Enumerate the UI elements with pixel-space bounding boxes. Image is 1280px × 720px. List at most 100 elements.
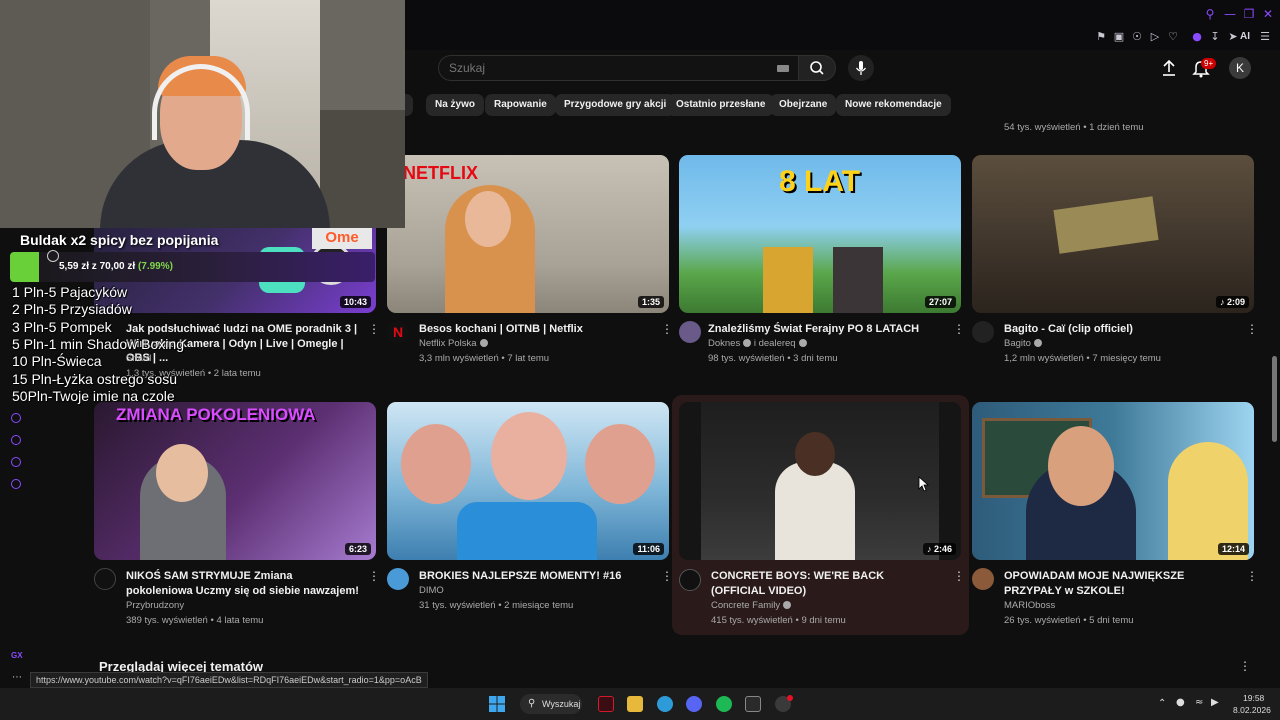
- windows-start-icon[interactable]: [489, 696, 505, 712]
- video-channel[interactable]: Bagito: [1004, 338, 1042, 349]
- terminal-icon[interactable]: [745, 696, 761, 712]
- channel-avatar[interactable]: [679, 569, 701, 591]
- more-actions-icon[interactable]: ⋮: [368, 323, 380, 335]
- netflix-logo: NETFLIX: [403, 163, 478, 183]
- video-meta: 3,3 mln wyświetleń • 7 lat temu: [419, 353, 550, 364]
- upload-icon[interactable]: [1160, 58, 1178, 78]
- scrollbar-thumb[interactable]: [1272, 356, 1277, 442]
- verified-icon: [479, 339, 488, 348]
- download-icon[interactable]: ↧: [1208, 30, 1222, 44]
- video-channel[interactable]: DIMO: [419, 585, 444, 596]
- more-actions-icon[interactable]: ⋮: [1246, 323, 1258, 335]
- donation-progress-fill: [10, 252, 39, 282]
- edge-icon[interactable]: [657, 696, 673, 712]
- rail-settings-icon[interactable]: [11, 479, 21, 489]
- video-thumbnail[interactable]: ♪ 2:09: [972, 155, 1254, 313]
- video-meta: 98 tys. wyświetleń • 3 dni temu: [708, 353, 838, 364]
- more-actions-icon[interactable]: ⋮: [953, 323, 965, 335]
- taskbar-search[interactable]: ⚲ Wyszukaj: [520, 694, 582, 714]
- voice-search-button[interactable]: [848, 55, 874, 81]
- account-avatar[interactable]: K: [1229, 57, 1251, 79]
- spotify-icon[interactable]: [716, 696, 732, 712]
- channel-avatar[interactable]: [387, 568, 409, 590]
- keyboard-icon[interactable]: [777, 65, 789, 72]
- more-actions-icon[interactable]: ⋮: [368, 570, 380, 582]
- video-channel[interactable]: Shard: [126, 353, 151, 364]
- minimize-icon[interactable]: —: [1222, 6, 1238, 22]
- chip-rap[interactable]: Rapowanie: [485, 94, 556, 116]
- search-icon[interactable]: ⚲: [1202, 6, 1218, 22]
- discord-icon[interactable]: [686, 696, 702, 712]
- chevron-up-icon[interactable]: ⌃: [1158, 698, 1166, 709]
- video-title[interactable]: Znaleźliśmy Świat Ferajny PO 8 LATACH: [708, 322, 948, 337]
- chip-live[interactable]: Na żywo: [426, 94, 485, 116]
- clock-date[interactable]: 8.02.2026: [1233, 705, 1271, 715]
- rail-player-icon[interactable]: [11, 413, 21, 423]
- video-channel[interactable]: Netflix Polska: [419, 338, 488, 349]
- rail-history-icon[interactable]: [11, 435, 21, 445]
- channel-name[interactable]: Concrete Family: [711, 600, 780, 611]
- heart-icon[interactable]: ♡: [1166, 30, 1180, 44]
- thumbnail-title-text: ZMIANA POKOLENIOWA: [116, 405, 316, 424]
- shield-icon[interactable]: ☉: [1130, 30, 1144, 44]
- search-box[interactable]: [438, 55, 798, 81]
- section-more-icon[interactable]: ⋮: [1239, 660, 1251, 672]
- video-channel[interactable]: MARIOboss: [1004, 600, 1055, 611]
- channel-avatar[interactable]: [679, 321, 701, 343]
- channel-avatar[interactable]: [972, 568, 994, 590]
- rail-chat-icon[interactable]: [11, 457, 21, 467]
- channel-name[interactable]: Bagito: [1004, 338, 1031, 349]
- file-explorer-icon[interactable]: [627, 696, 643, 712]
- ai-send-icon[interactable]: ➤: [1226, 30, 1240, 44]
- duration-text: 2:46: [933, 544, 952, 554]
- video-thumbnail[interactable]: NETFLIX 1:35: [387, 155, 669, 313]
- search-button[interactable]: [798, 55, 836, 81]
- video-channel[interactable]: Concrete Family: [711, 600, 792, 611]
- video-duration: 10:43: [339, 296, 371, 308]
- play-icon[interactable]: ▷: [1148, 30, 1162, 44]
- chip-new-recommendations[interactable]: Nowe rekomendacje: [836, 94, 951, 116]
- video-channel[interactable]: Doknes i dealereq: [708, 338, 807, 349]
- more-icon[interactable]: ⋯: [12, 672, 22, 683]
- ai-label[interactable]: AI: [1240, 31, 1250, 42]
- microphone-icon[interactable]: ●: [1176, 697, 1185, 708]
- video-thumbnail[interactable]: ZMIANA POKOLENIOWA 6:23: [94, 402, 376, 560]
- video-title[interactable]: CONCRETE BOYS: WE'RE BACK (OFFICIAL VIDE…: [711, 569, 941, 598]
- video-channel[interactable]: Przybrudzony: [126, 600, 184, 611]
- wifi-icon[interactable]: ≈: [1195, 697, 1203, 708]
- search-input[interactable]: [449, 56, 749, 80]
- video-title[interactable]: Besos kochani | OITNB | Netflix: [419, 322, 657, 337]
- menu-icon[interactable]: ☰: [1258, 30, 1272, 44]
- microphone-icon: [855, 61, 867, 75]
- notification-dot: [787, 695, 793, 701]
- channel-name-secondary[interactable]: i dealereq: [754, 338, 796, 349]
- more-actions-icon[interactable]: ⋮: [1246, 570, 1258, 582]
- screenshot-icon[interactable]: ▣: [1112, 30, 1126, 44]
- chip-recently-uploaded[interactable]: Ostatnio przesłane: [667, 94, 775, 116]
- close-icon[interactable]: ✕: [1260, 6, 1276, 22]
- channel-avatar[interactable]: [94, 568, 116, 590]
- channel-avatar[interactable]: N: [387, 321, 409, 343]
- video-thumbnail[interactable]: 8 LAT 27:07: [679, 155, 961, 313]
- pin-icon[interactable]: ⚑: [1094, 30, 1108, 44]
- channel-name[interactable]: Doknes: [708, 338, 740, 349]
- volume-icon[interactable]: ▶: [1211, 697, 1219, 708]
- more-actions-icon[interactable]: ⋮: [661, 570, 673, 582]
- chip-action-adventure[interactable]: Przygodowe gry akcji: [555, 94, 676, 116]
- clock-time[interactable]: 19:58: [1243, 693, 1264, 703]
- channel-avatar[interactable]: [972, 321, 994, 343]
- profile-icon[interactable]: ●: [1190, 30, 1204, 44]
- more-actions-icon[interactable]: ⋮: [953, 570, 965, 582]
- channel-name[interactable]: Netflix Polska: [419, 338, 477, 349]
- video-thumbnail[interactable]: 12:14: [972, 402, 1254, 560]
- opera-gx-icon[interactable]: [598, 696, 614, 712]
- video-title[interactable]: NIKOŚ SAM STRYMUJE Zmiana pokoleniowa Uc…: [126, 569, 361, 598]
- chip-watched[interactable]: Obejrzane: [770, 94, 837, 116]
- maximize-icon[interactable]: ❐: [1241, 6, 1257, 22]
- video-title[interactable]: BROKIES NAJLEPSZE MOMENTY! #16: [419, 569, 657, 584]
- more-actions-icon[interactable]: ⋮: [661, 323, 673, 335]
- video-title[interactable]: Bagito - Caï (clip officiel): [1004, 322, 1242, 337]
- mouse-cursor-icon: [918, 476, 929, 492]
- video-thumbnail[interactable]: 11:06: [387, 402, 669, 560]
- video-title[interactable]: OPOWIADAM MOJE NAJWIĘKSZE PRZYPAŁY w SZK…: [1004, 569, 1244, 598]
